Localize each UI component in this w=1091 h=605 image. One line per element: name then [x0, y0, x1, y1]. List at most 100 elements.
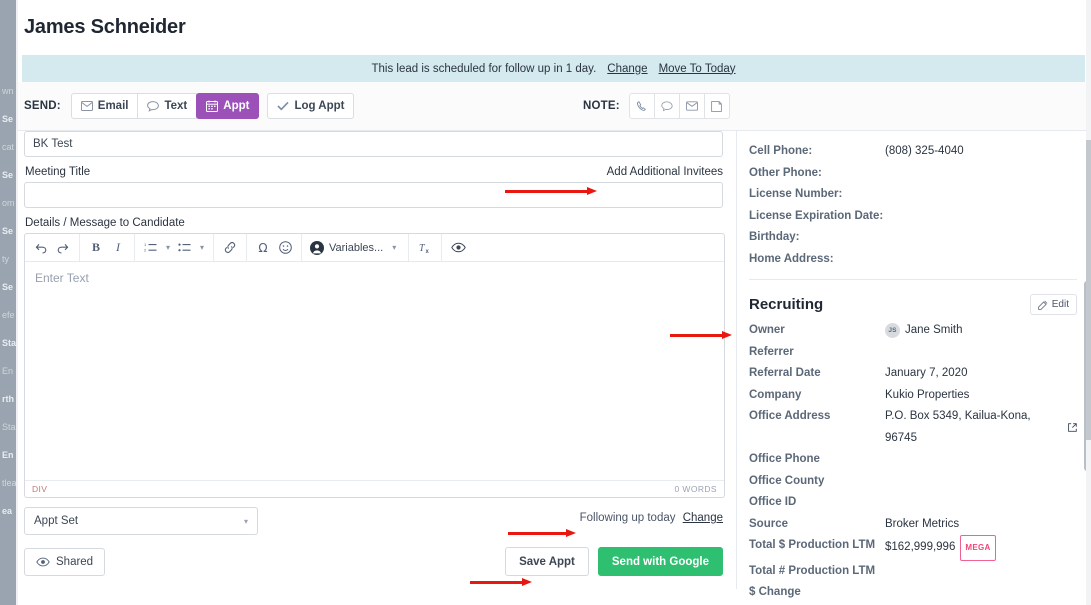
add-additional-invitees-link[interactable]: Add Additional Invitees [607, 166, 723, 178]
recruiting-field-label: Total # Production LTM [749, 564, 876, 577]
recruiting-field-row: Office Address P.O. Box 5349, Kailua-Kona… [749, 406, 1077, 449]
italic-icon[interactable]: I [107, 237, 129, 259]
log-appt-label: Log Appt [294, 100, 345, 112]
banner-move-today-link[interactable]: Move To Today [659, 63, 736, 75]
bullet-list-chevron-down-icon[interactable]: ▾ [196, 237, 208, 259]
recruiting-field-label: Referral Date [749, 367, 821, 379]
contact-fields-list: Cell Phone: (808) 325-4040 Other Phone: Lic… [749, 141, 1077, 270]
envelope-icon [685, 101, 698, 111]
redo-icon[interactable] [52, 237, 74, 259]
chat-bubble-icon [661, 100, 673, 112]
appointment-status-select[interactable]: Appt Set ▾ [24, 507, 258, 535]
banner-change-link[interactable]: Change [607, 63, 647, 75]
modal-header: James Schneider [18, 0, 1091, 55]
window-scrollbar-thumb[interactable] [1086, 140, 1091, 440]
emoji-icon[interactable] [274, 237, 296, 259]
save-appt-button[interactable]: Save Appt [505, 547, 589, 576]
primary-actions: Save Appt Send with Google [505, 547, 723, 576]
shared-toggle-button[interactable]: Shared [24, 547, 106, 576]
editor-status-bar: DIV 0 WORDS [25, 480, 724, 497]
recruiting-field-label: Office County [749, 474, 825, 487]
followup-change-link[interactable]: Change [683, 512, 723, 524]
shared-label: Shared [56, 555, 94, 568]
bold-icon[interactable]: B [85, 237, 107, 259]
note-icon [711, 100, 723, 112]
recruiting-edit-button[interactable]: Edit [1029, 294, 1077, 315]
chat-bubble-icon [147, 100, 160, 112]
recruiting-field-row: Total # Production LTM [749, 561, 1077, 583]
send-text-button[interactable]: Text [137, 93, 198, 119]
envelope-icon [80, 101, 93, 111]
page-title: James Schneider [24, 16, 186, 38]
recruiting-field-label: Company [749, 388, 802, 401]
rich-text-editor: B I 12 ▾ ▾ Ω Variables... ▾ T x Enter Te… [24, 233, 725, 498]
send-with-google-button[interactable]: Send with Google [597, 547, 723, 576]
appointment-modal-screen: wn Se cat Se om Se ty Se efe Sta En rth Sta En tlea ea … [0, 0, 1091, 605]
window-scrollbar-track[interactable] [1086, 0, 1091, 605]
variables-dropdown[interactable]: Variables... ▾ [307, 237, 403, 259]
undo-icon[interactable] [30, 237, 52, 259]
appointment-form: BK Test Meeting Title Add Additional Inv… [18, 131, 736, 589]
numbered-list-chevron-down-icon[interactable]: ▾ [162, 237, 174, 259]
note-text-button[interactable] [653, 93, 680, 119]
recruiting-owner-row: Owner JS Jane Smith [749, 320, 1077, 342]
action-row: Shared Save Appt Send with Google [24, 547, 723, 576]
modal-body: BK Test Meeting Title Add Additional Inv… [18, 131, 1091, 598]
recruiting-section-header: Recruiting Edit [749, 294, 1077, 315]
recruiting-field-label: Total $ Production LTM [749, 539, 876, 551]
meeting-title-row: Meeting Title Add Additional Invitees [24, 157, 723, 182]
owner-name: Jane Smith [905, 324, 963, 336]
editor-content-area[interactable]: Enter Text [25, 262, 724, 480]
recipient-field[interactable]: BK Test [24, 131, 723, 157]
recruiting-fields-list: Referrer Referral Date January 7, 2020 Comp… [749, 342, 1077, 605]
send-appt-button[interactable]: Appt [196, 93, 260, 119]
send-email-label: Email [97, 100, 129, 112]
recruiting-field-label: Referrer [749, 345, 794, 358]
contact-field-label: Home Address: [749, 252, 834, 265]
numbered-list-icon[interactable]: 12 [140, 237, 162, 259]
pencil-edit-icon [1037, 300, 1048, 310]
note-email-button[interactable] [678, 93, 705, 119]
special-character-icon[interactable]: Ω [252, 237, 274, 259]
contact-field-row: Cell Phone: (808) 325-4040 [749, 141, 1077, 163]
recruiting-owner-label: Owner [749, 324, 785, 336]
clear-formatting-icon[interactable]: Tx [414, 237, 436, 259]
form-footer: Appt Set ▾ Following up today Change Sha… [24, 507, 723, 576]
contact-field-row: License Expiration Date: [749, 206, 1077, 228]
contact-field-label: Birthday: [749, 231, 800, 243]
contact-field-row: Other Phone: [749, 163, 1077, 185]
send-button-group: Email Text Appt Log Appt [70, 93, 355, 119]
note-generic-button[interactable] [703, 93, 730, 119]
send-appt-label: Appt [223, 100, 250, 112]
recruiting-field-label: Office Phone [749, 453, 820, 465]
editor-element-path: DIV [32, 484, 48, 494]
send-email-button[interactable]: Email [70, 93, 139, 119]
followup-status: Following up today Change [580, 512, 723, 524]
variables-avatar-icon [310, 240, 324, 255]
preview-eye-icon[interactable] [447, 237, 469, 259]
banner-text: This lead is scheduled for follow up in … [371, 62, 597, 75]
recruiting-field-label: $ Change [749, 586, 801, 598]
recruiting-edit-label: Edit [1051, 299, 1069, 310]
send-label: SEND: [24, 100, 61, 112]
recipient-value: BK Test [33, 138, 73, 150]
link-icon[interactable] [219, 237, 241, 259]
editor-placeholder: Enter Text [35, 271, 89, 285]
contact-field-value: (808) 325-4040 [885, 145, 964, 157]
contact-field-label: Other Phone: [749, 166, 822, 179]
appointment-status-value: Appt Set [34, 515, 79, 527]
bullet-list-icon[interactable] [174, 237, 196, 259]
meeting-title-input[interactable] [24, 182, 723, 208]
eye-icon [36, 557, 50, 567]
panel-divider [749, 279, 1077, 280]
variables-chevron-down-icon: ▾ [392, 243, 397, 252]
recruiting-field-label: Office Address [749, 410, 831, 422]
svg-text:2: 2 [144, 248, 147, 253]
contact-field-row: Home Address: [749, 249, 1077, 271]
log-appt-button[interactable]: Log Appt [267, 93, 355, 119]
recruiting-title: Recruiting [749, 296, 824, 313]
recruiting-field-row: Total $ Production LTM $162,999,996 MEGA [749, 535, 1077, 561]
recruiting-field-row: Referrer [749, 342, 1077, 364]
note-phone-button[interactable] [628, 93, 655, 119]
recruiting-field-label: Office ID [749, 496, 797, 508]
